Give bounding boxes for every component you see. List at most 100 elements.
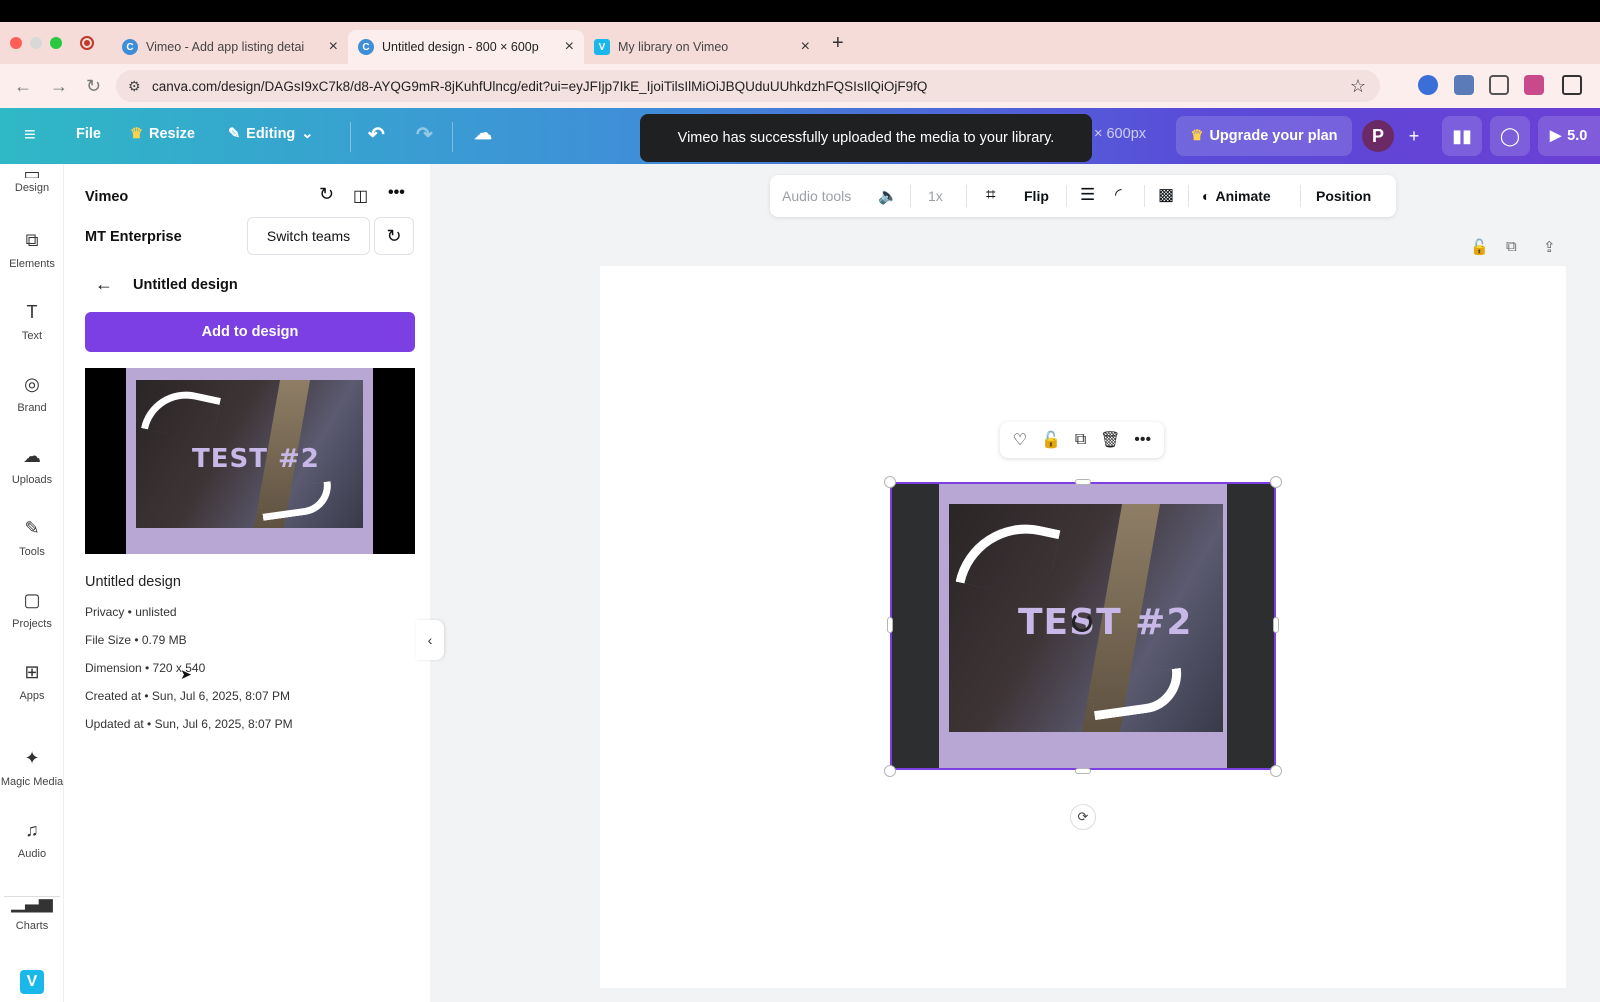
close-tab-icon[interactable]: ×	[565, 38, 574, 56]
comment-icon[interactable]: ◯	[1490, 116, 1530, 156]
reload-icon[interactable]: ↻	[86, 76, 108, 97]
transparency-icon[interactable]: ▩	[1158, 185, 1174, 205]
url-field[interactable]: ⚙ canva.com/design/DAGsI9xC7k8/d8-AYQG9m…	[116, 70, 1380, 102]
canva-favicon-icon: C	[358, 39, 374, 55]
minimize-window-button[interactable]	[30, 37, 42, 49]
maximize-window-button[interactable]	[50, 37, 62, 49]
back-icon[interactable]: ←	[14, 76, 36, 97]
rail-item-uploads[interactable]: ☁ Uploads	[0, 446, 64, 486]
undo-icon[interactable]: ↶	[368, 122, 385, 147]
upload-success-toast: Vimeo has successfully uploaded the medi…	[640, 114, 1092, 162]
extension-icon[interactable]	[1418, 75, 1438, 95]
duplicate-page-icon[interactable]: ⧉	[1506, 238, 1517, 255]
redo-icon[interactable]: ↷	[416, 122, 433, 147]
animate-icon: ◐	[1202, 188, 1211, 204]
divider	[452, 122, 453, 152]
rail-label: Projects	[12, 618, 52, 630]
rail-item-vimeo[interactable]: V	[0, 970, 64, 994]
position-button[interactable]: Position	[1316, 188, 1371, 204]
more-options-icon[interactable]: •••	[388, 184, 405, 202]
add-to-design-button[interactable]: Add to design	[85, 312, 415, 352]
resize-handle-bottom-left[interactable]	[884, 765, 896, 777]
cloud-sync-icon[interactable]: ☁	[474, 123, 492, 144]
menu-icon[interactable]: ≡	[24, 124, 36, 147]
comment-add-icon[interactable]: ♡	[1013, 430, 1027, 450]
resize-handle-left[interactable]	[887, 617, 893, 633]
rotate-handle-icon[interactable]: ⟳	[1070, 804, 1096, 830]
rail-item-text[interactable]: T Text	[0, 302, 64, 342]
audio-tools-label: Audio tools	[782, 188, 852, 204]
rail-item-projects[interactable]: ▢ Projects	[0, 590, 64, 630]
add-page-icon[interactable]: ⇪	[1543, 238, 1556, 256]
browser-tab-untitled-design[interactable]: C Untitled design - 800 × 600p ×	[348, 30, 584, 64]
extension-icon[interactable]	[1524, 75, 1544, 95]
rail-item-design[interactable]: ▭ Design	[0, 164, 64, 194]
audio-tools-button[interactable]: Audio tools	[782, 188, 851, 204]
flip-button[interactable]: Flip	[1024, 188, 1049, 204]
rail-item-audio[interactable]: ♫ Audio	[0, 820, 64, 860]
close-tab-icon[interactable]: ×	[329, 38, 338, 56]
rail-item-elements[interactable]: ⧉ Elements	[0, 230, 64, 270]
resize-handle-top[interactable]	[1075, 479, 1091, 485]
browser-tab-vimeo-add-app[interactable]: C Vimeo - Add app listing detai ×	[112, 30, 348, 64]
resize-button[interactable]: ♛ Resize	[130, 126, 195, 142]
analytics-icon[interactable]: ▮▮	[1442, 116, 1482, 156]
lock-icon[interactable]: 🔓	[1041, 430, 1061, 450]
rail-label: Text	[21, 330, 43, 342]
add-collaborator-icon[interactable]: +	[1394, 116, 1434, 156]
panel-layout-icon[interactable]: ◫	[353, 186, 368, 206]
resize-handle-bottom-right[interactable]	[1270, 765, 1282, 777]
magic-media-icon: ✦	[24, 748, 40, 768]
lock-page-icon[interactable]: 🔓	[1470, 238, 1489, 256]
selected-video-element[interactable]: TEST #2	[890, 482, 1276, 770]
avatar[interactable]: P	[1362, 120, 1394, 152]
site-settings-icon[interactable]: ⚙	[128, 78, 141, 95]
record-icon[interactable]	[80, 36, 94, 50]
duplicate-icon[interactable]: ⧉	[1075, 431, 1086, 449]
rail-item-tools[interactable]: ✎ Tools	[0, 518, 64, 558]
rail-item-magic-media[interactable]: ✦ Magic Media	[0, 748, 64, 788]
resize-handle-top-left[interactable]	[884, 476, 896, 488]
rail-label: Magic Media	[0, 776, 64, 788]
collapse-panel-button[interactable]: ‹	[416, 620, 444, 660]
corner-rounding-icon[interactable]: ◜	[1115, 185, 1122, 205]
volume-icon[interactable]: 🔈	[878, 186, 898, 206]
rail-item-apps[interactable]: ⊞ Apps	[0, 662, 64, 702]
close-window-button[interactable]	[10, 37, 22, 49]
bookmark-star-icon[interactable]: ☆	[1350, 76, 1366, 97]
forward-icon[interactable]: →	[50, 76, 72, 97]
browser-tab-vimeo-library[interactable]: V My library on Vimeo ×	[584, 30, 820, 64]
editing-dropdown[interactable]: ✎ Editing ⌄	[228, 126, 313, 142]
more-options-icon[interactable]: •••	[1134, 431, 1151, 449]
refresh-icon[interactable]: ↻	[319, 184, 334, 205]
extension-icon[interactable]	[1454, 75, 1474, 95]
present-button[interactable]: ▶ 5.0	[1538, 116, 1600, 156]
close-tab-icon[interactable]: ×	[801, 38, 810, 56]
toast-message: Vimeo has successfully uploaded the medi…	[677, 130, 1055, 146]
refresh-team-icon[interactable]: ↻	[374, 217, 414, 255]
video-thumbnail[interactable]: TEST #2	[85, 368, 415, 554]
video-title: Untitled design	[85, 574, 181, 590]
divider	[1144, 185, 1145, 207]
avatar-letter: P	[1371, 125, 1384, 146]
resize-handle-bottom[interactable]	[1075, 768, 1091, 774]
resize-handle-right[interactable]	[1273, 617, 1279, 633]
speed-button[interactable]: 1x	[928, 188, 943, 204]
divider	[1188, 185, 1189, 207]
rail-item-charts[interactable]: ▁▃▅ Charts	[0, 892, 64, 932]
crop-icon[interactable]: ⌗	[986, 185, 996, 205]
file-menu[interactable]: File	[76, 126, 101, 142]
upgrade-plan-button[interactable]: ♛ Upgrade your plan	[1176, 116, 1352, 156]
rail-item-brand[interactable]: ◎ Brand	[0, 374, 64, 414]
animate-button[interactable]: ◐ Animate	[1202, 188, 1271, 204]
divider	[966, 185, 967, 207]
extension-icon[interactable]	[1489, 75, 1509, 95]
extensions-puzzle-icon[interactable]	[1562, 75, 1582, 95]
switch-teams-button[interactable]: Switch teams	[247, 217, 370, 255]
border-style-icon[interactable]: ☰	[1080, 185, 1095, 205]
resize-handle-top-right[interactable]	[1270, 476, 1282, 488]
flip-label: Flip	[1024, 188, 1049, 204]
back-arrow-icon[interactable]: ←	[95, 274, 113, 295]
trash-icon[interactable]: 🗑	[1100, 430, 1120, 450]
new-tab-icon[interactable]: +	[832, 32, 844, 55]
